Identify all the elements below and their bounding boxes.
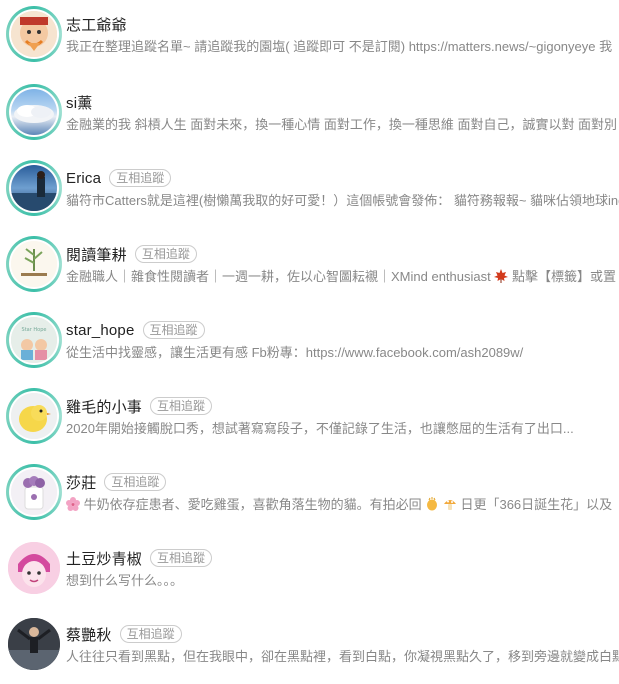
user-description: 貓符市Catters就是這裡(樹懶萬我取的好可愛！）這個帳號會發佈： 貓符務報報… <box>66 193 619 208</box>
list-item[interactable]: Erica 互相追蹤 貓符市Catters就是這裡(樹懶萬我取的好可愛！）這個帳… <box>0 152 619 228</box>
list-item[interactable]: 雞毛的小事 互相追蹤 2020年開始接觸脫口秀，想試著寫寫段子，不僅記錄了生活，… <box>0 380 619 456</box>
user-name[interactable]: 蔡艷秋 <box>66 624 112 645</box>
list-item[interactable]: 志工爺爺 我正在整理追蹤名單~ 請追蹤我的園塩( 追蹤即可 不是訂閱) http… <box>0 0 619 74</box>
user-name[interactable]: Erica <box>66 170 101 187</box>
avatar[interactable] <box>6 160 62 216</box>
user-list: 志工爺爺 我正在整理追蹤名單~ 請追蹤我的園塩( 追蹤即可 不是訂閱) http… <box>0 0 619 684</box>
user-description: 金融業的我 斜槓人生 面對未來，換一種心情 面對工作，換一種思維 面對自己，誠實… <box>66 117 618 132</box>
mutual-follow-badge: 互相追蹤 <box>150 397 213 415</box>
mutual-follow-badge: 互相追蹤 <box>104 473 167 491</box>
mutual-follow-badge: 互相追蹤 <box>119 625 182 643</box>
avatar[interactable] <box>6 236 62 292</box>
cherry-blossom-icon <box>66 497 80 516</box>
mutual-follow-badge: 互相追蹤 <box>142 321 205 339</box>
list-item[interactable]: 莎莊 互相追蹤 牛奶依存症患者、愛吃雞蛋，喜歡角落生物的貓。有拍必回 日更「36… <box>0 456 619 532</box>
mutual-follow-badge: 互相追蹤 <box>109 169 172 187</box>
mushroom-icon <box>443 497 457 516</box>
user-name[interactable]: 閱讀筆耕 <box>66 244 127 265</box>
user-description: 從生活中找靈感，讓生活更有感 Fb粉專：https://www.facebook… <box>66 345 524 360</box>
avatar[interactable] <box>6 616 62 672</box>
avatar[interactable] <box>6 6 62 62</box>
avatar[interactable] <box>6 464 62 520</box>
user-description: 我正在整理追蹤名單~ 請追蹤我的園塩( 追蹤即可 不是訂閱) https://m… <box>66 39 613 54</box>
list-item[interactable]: 土豆炒青椒 互相追蹤 想到什么写什么。。。 <box>0 532 619 608</box>
list-item[interactable]: Star Hope star_hope 互相追蹤 從生活中找靈感，讓生活更有感 … <box>0 304 619 380</box>
mutual-follow-badge: 互相追蹤 <box>150 549 213 567</box>
list-item[interactable]: si薰 金融業的我 斜槓人生 面對未來，換一種心情 面對工作，換一種思維 面對自… <box>0 76 619 152</box>
user-description: 2020年開始接觸脫口秀，想試著寫寫段子，不僅記錄了生活，也讓憋屈的生活有了出口… <box>66 421 574 436</box>
avatar[interactable] <box>6 388 62 444</box>
list-item[interactable]: 閱讀筆耕 互相追蹤 金融職人｜雜食性閱讀者｜一週一耕，佐以心智圖耘襯｜XMind… <box>0 228 619 304</box>
svg-text:Star Hope: Star Hope <box>22 327 47 333</box>
avatar[interactable] <box>6 84 62 140</box>
mutual-follow-badge: 互相追蹤 <box>134 245 197 263</box>
user-description: 人往往只看到黑點，但在我眼中，卻在黑點裡，看到白點，你凝視黑點久了，移到旁邊就變… <box>66 649 619 664</box>
user-name[interactable]: si薰 <box>66 92 92 113</box>
user-description: 金融職人｜雜食性閱讀者｜一週一耕，佐以心智圖耘襯｜XMind enthusias… <box>66 268 619 288</box>
user-name[interactable]: 莎莊 <box>66 472 96 493</box>
user-name[interactable]: star_hope <box>66 322 135 339</box>
user-name[interactable]: 雞毛的小事 <box>66 396 142 417</box>
avatar[interactable]: Star Hope <box>6 312 62 368</box>
list-item[interactable]: 蔡艷秋 互相追蹤 人往往只看到黑點，但在我眼中，卻在黑點裡，看到白點，你凝視黑點… <box>0 608 619 684</box>
avatar[interactable] <box>6 540 62 596</box>
user-name[interactable]: 志工爺爺 <box>66 14 127 35</box>
maple-leaf-icon <box>494 269 509 288</box>
user-description: 想到什么写什么。。。 <box>66 573 184 588</box>
clapping-hands-icon <box>425 497 439 516</box>
user-name[interactable]: 土豆炒青椒 <box>66 548 142 569</box>
user-description: 牛奶依存症患者、愛吃雞蛋，喜歡角落生物的貓。有拍必回 日更「366日誕生花」以及 <box>66 496 619 516</box>
